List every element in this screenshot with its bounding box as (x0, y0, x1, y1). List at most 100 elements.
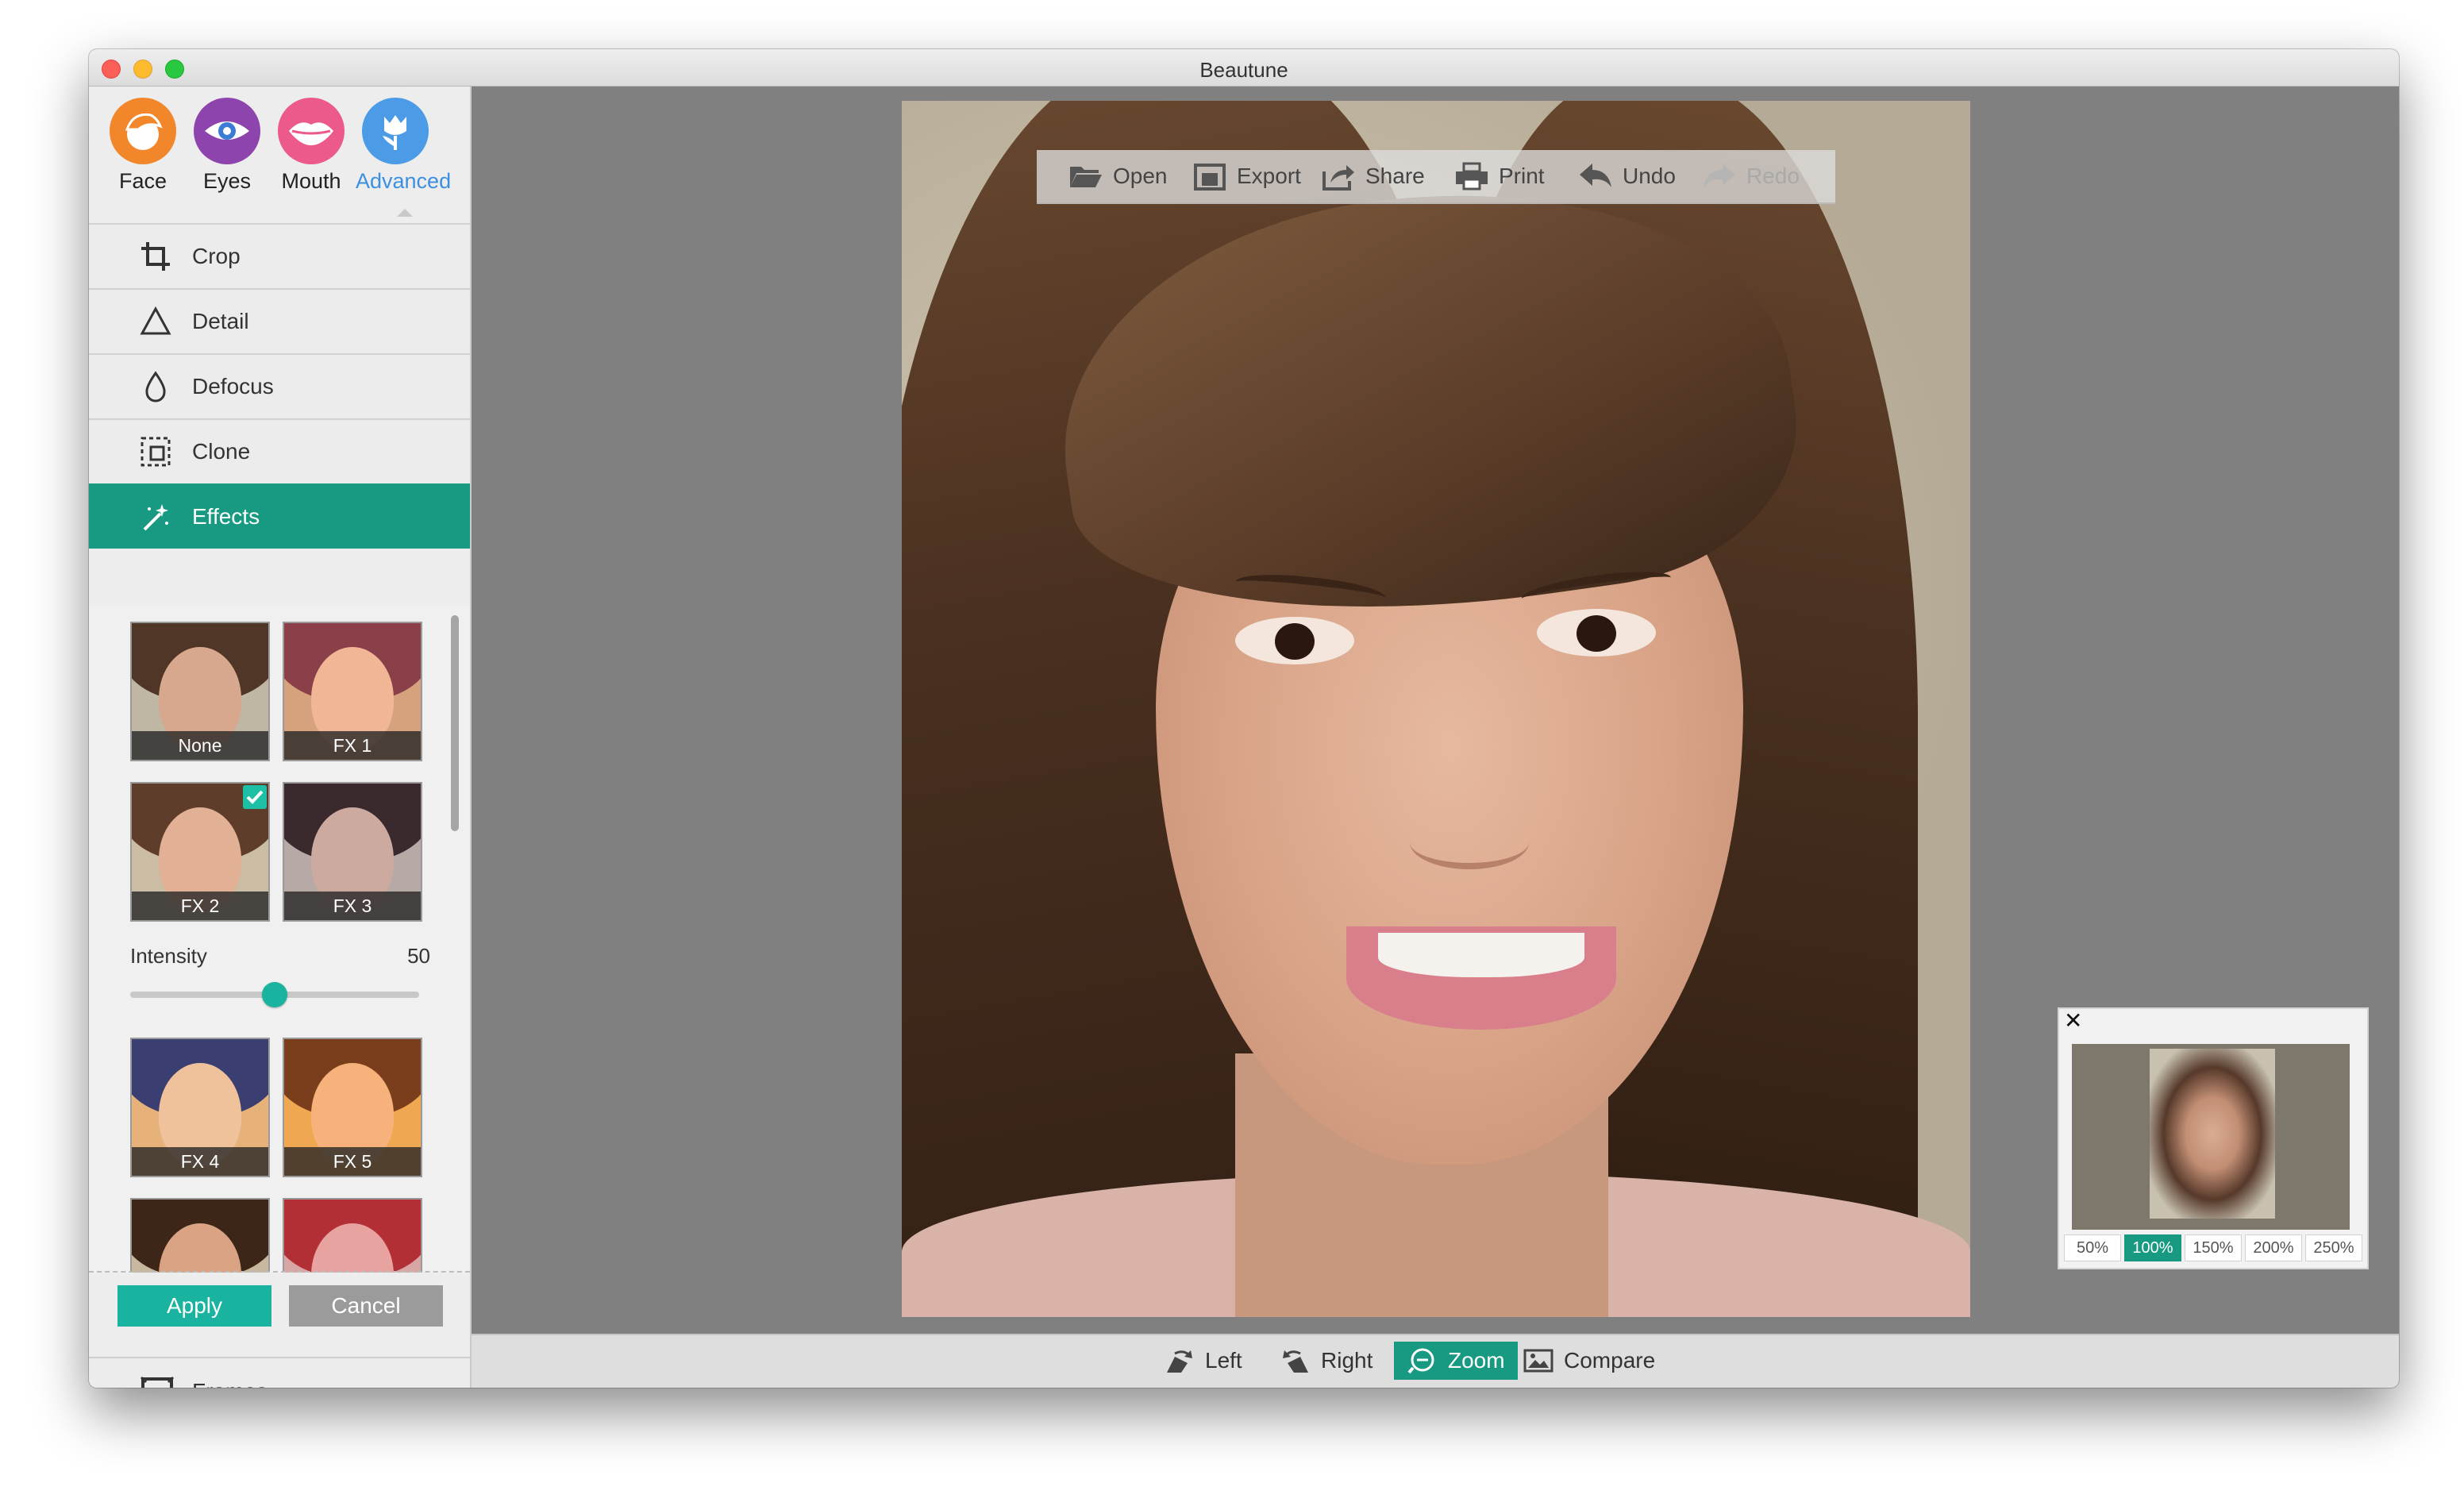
sidebar: Face Eyes Mouth Advanced Crop Detail Def… (89, 87, 472, 1388)
tool-detail[interactable]: Detail (89, 288, 470, 353)
navigator-photo-thumbnail (2150, 1049, 2275, 1219)
title-bar: Beautune (89, 49, 2399, 87)
rotate-left-label: Left (1205, 1348, 1242, 1373)
active-category-pointer (397, 209, 413, 217)
printer-icon (1456, 162, 1488, 191)
apply-button[interactable]: Apply (117, 1285, 271, 1327)
zoom-option-200[interactable]: 200% (2245, 1234, 2302, 1261)
tool-label: Detail (192, 309, 249, 333)
zoom-option-100[interactable]: 100% (2124, 1234, 2181, 1261)
effect-thumb-fx2[interactable]: FX 2 (130, 782, 270, 922)
category-bar: Face Eyes Mouth Advanced (89, 87, 470, 221)
effect-thumb-fx7[interactable] (283, 1198, 422, 1273)
redo-button[interactable]: Redo (1702, 150, 1800, 202)
tool-label: Effects (192, 504, 260, 529)
clone-icon (141, 437, 171, 467)
category-advanced[interactable]: Advanced (356, 98, 452, 194)
frames-label: Frames (192, 1379, 268, 1388)
zoom-label: Zoom (1448, 1348, 1505, 1373)
effect-thumb-fx1[interactable]: FX 1 (283, 622, 422, 761)
effect-label: FX 3 (284, 892, 421, 920)
effects-panel: None FX 1 FX 2 FX 3 Intensity 50 FX 4 FX… (89, 606, 470, 1273)
undo-label: Undo (1623, 164, 1676, 188)
print-button[interactable]: Print (1454, 150, 1545, 202)
effect-label: FX 2 (132, 892, 268, 920)
top-toolbar: Open Export Share Print Undo Redo (1037, 150, 1835, 204)
photo-canvas[interactable]: Open Export Share Print Undo Redo (902, 101, 1970, 1317)
export-label: Export (1237, 164, 1301, 188)
undo-button[interactable]: Undo (1578, 150, 1676, 202)
rotate-left-button[interactable]: Left (1151, 1342, 1255, 1380)
effect-label: FX 1 (284, 731, 421, 760)
category-label: Face (118, 169, 167, 193)
eye-icon (194, 98, 260, 164)
share-icon (1322, 165, 1354, 191)
effect-thumb-fx3[interactable]: FX 3 (283, 782, 422, 922)
zoom-icon (1407, 1348, 1434, 1374)
category-face[interactable]: Face (103, 98, 183, 194)
category-label: Mouth (281, 169, 341, 193)
category-eyes[interactable]: Eyes (187, 98, 267, 194)
open-button[interactable]: Open (1068, 150, 1168, 202)
intensity-value: 50 (407, 944, 430, 968)
tool-effects[interactable]: Effects (89, 483, 470, 549)
rotate-left-icon (1167, 1350, 1192, 1373)
navigator-close-icon[interactable]: ✕ (2064, 1009, 2082, 1033)
selected-check-icon (243, 785, 267, 809)
tool-crop[interactable]: Crop (89, 223, 470, 288)
triangle-icon (140, 306, 171, 335)
category-mouth[interactable]: Mouth (271, 98, 351, 194)
category-label: Eyes (202, 169, 252, 193)
effects-scrollbar[interactable] (451, 615, 459, 831)
effect-thumb-fx4[interactable]: FX 4 (130, 1038, 270, 1177)
intensity-slider-handle[interactable] (262, 982, 287, 1007)
navigator-preview[interactable] (2072, 1044, 2350, 1230)
crop-icon (141, 242, 170, 271)
rotate-right-icon (1283, 1350, 1308, 1373)
app-window: Beautune Face Eyes Mouth Advanced Crop D… (89, 49, 2399, 1388)
frame-icon (140, 1376, 175, 1388)
tool-frames[interactable]: Frames (89, 1357, 470, 1388)
zoom-option-250[interactable]: 250% (2305, 1234, 2362, 1261)
effect-thumb-none[interactable]: None (130, 622, 270, 761)
cancel-button[interactable]: Cancel (289, 1285, 443, 1327)
intensity-label: Intensity (130, 944, 207, 968)
export-button[interactable]: Export (1192, 150, 1301, 202)
zoom-option-150[interactable]: 150% (2185, 1234, 2242, 1261)
tool-clone[interactable]: Clone (89, 418, 470, 483)
share-label: Share (1365, 164, 1425, 188)
tool-label: Clone (192, 439, 251, 464)
rotate-right-button[interactable]: Right (1267, 1342, 1385, 1380)
zoom-button[interactable]: Zoom (1394, 1342, 1518, 1380)
export-icon (1194, 164, 1226, 191)
effect-label: None (132, 731, 268, 760)
effect-thumb-fx5[interactable]: FX 5 (283, 1038, 422, 1177)
zoom-options: 50% 100% 150% 200% 250% (2064, 1234, 2362, 1261)
panel-divider (89, 1271, 470, 1273)
category-label: Advanced (356, 169, 452, 193)
compare-button[interactable]: Compare (1510, 1342, 1668, 1380)
effect-thumb-fx6[interactable] (130, 1198, 270, 1273)
undo-icon (1580, 164, 1611, 187)
folder-open-icon (1070, 167, 1102, 187)
print-label: Print (1499, 164, 1545, 188)
bottom-toolbar: Left Right Zoom Compare (472, 1334, 2399, 1388)
rotate-right-label: Right (1321, 1348, 1373, 1373)
compare-icon (1523, 1349, 1553, 1373)
drop-icon (145, 371, 166, 402)
compare-label: Compare (1564, 1348, 1656, 1373)
tool-defocus[interactable]: Defocus (89, 353, 470, 418)
magic-wand-icon (143, 504, 168, 531)
open-label: Open (1113, 164, 1168, 188)
lips-icon (278, 98, 345, 164)
effect-label: FX 4 (132, 1147, 268, 1176)
zoom-navigator: ✕ 50% 100% 150% 200% 250% (2058, 1007, 2369, 1269)
tool-label: Defocus (192, 374, 274, 399)
redo-icon (1704, 164, 1735, 187)
effect-label: FX 5 (284, 1147, 421, 1176)
share-button[interactable]: Share (1321, 150, 1425, 202)
intensity-slider[interactable] (130, 982, 419, 1007)
window-title: Beautune (1199, 58, 1288, 82)
zoom-option-50[interactable]: 50% (2064, 1234, 2121, 1261)
redo-label: Redo (1746, 164, 1800, 188)
